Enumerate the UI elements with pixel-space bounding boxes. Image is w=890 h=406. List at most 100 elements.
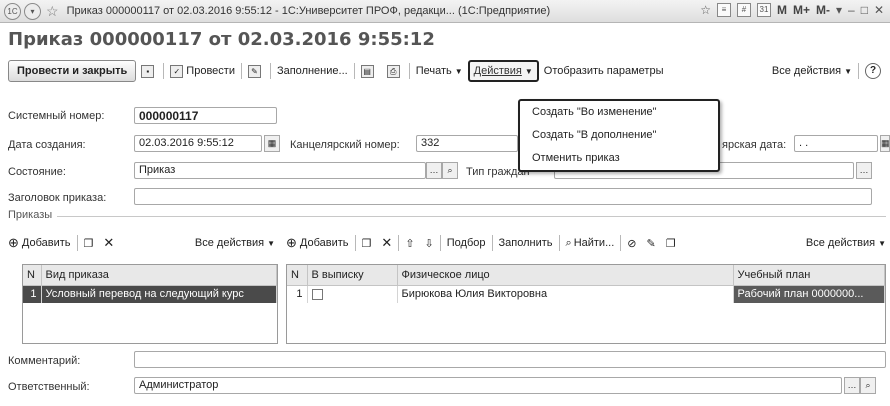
select-ellipsis-icon[interactable]: … [426,162,442,179]
system-number-field[interactable]: 000000117 [134,107,277,124]
edit-icon-button[interactable]: ✎ [243,60,269,82]
table-row[interactable]: 1 Условный перевод на следующий курс [23,285,277,303]
calendar-icon[interactable]: ▦ [880,135,890,152]
chevron-down-icon: ▼ [454,66,463,76]
calculator-icon[interactable]: # [736,3,751,17]
close-icon[interactable]: ✕ [874,3,884,17]
left-add-label: Добавить [21,237,71,249]
actions-dropdown[interactable]: Действия ▼ [467,60,539,82]
office-date-field[interactable]: . . [794,135,878,152]
separator [240,63,242,79]
delete-button[interactable]: ✕ [98,232,119,254]
responsible-field[interactable]: Администратор [134,377,842,394]
students-table[interactable]: N В выписку Физическое лицо Учебный план… [286,264,886,344]
created-date-field[interactable]: 02.03.2016 9:55:12 [134,135,262,152]
right-add-button[interactable]: ⊕ Добавить [286,232,354,254]
chevron-down-icon: ▼ [878,238,886,248]
order-types-table[interactable]: N Вид приказа 1 Условный перевод на след… [22,264,278,344]
fill-button[interactable]: Заполнение... [272,60,353,82]
column-header[interactable]: Вид приказа [41,265,277,286]
column-header[interactable]: N [287,265,308,286]
favorites-icon[interactable]: ☆ [700,3,711,17]
help-button[interactable]: ? [860,60,886,82]
save-button[interactable]: ▪ [136,60,162,82]
delete-icon: ✕ [381,235,393,250]
post-and-close-button[interactable]: Провести и закрыть [8,60,137,82]
chevron-down-icon: ▼ [267,238,275,248]
copy-icon-button[interactable]: ❐ [79,232,99,254]
calendar-icon[interactable]: 31 [756,3,771,17]
edit-list-button[interactable]: ✎ [641,232,660,254]
memory-plus-icon[interactable]: M+ [793,3,810,17]
calendar-icon[interactable]: ▦ [264,135,280,152]
office-number-field[interactable]: 332 [416,135,518,152]
table-row[interactable]: 1 Бирюкова Юлия Викторовна Рабочий план … [287,285,885,303]
actions-label: Действия [473,65,522,77]
search-icon[interactable]: ⌕ [860,377,876,394]
comment-field[interactable] [134,351,886,368]
state-field[interactable]: Приказ [134,162,426,179]
cancel-search-button[interactable]: ⊘ [622,232,641,254]
move-down-button[interactable]: ⇩ [420,232,439,254]
chevron-down-icon: ▼ [524,66,533,76]
select-ellipsis-icon[interactable]: … [856,162,872,179]
favorite-star-icon[interactable]: ☆ [46,3,59,20]
delete-icon: ✕ [103,235,115,250]
office-number-label: Канцелярский номер: [290,139,400,151]
left-all-actions-label: Все действия [194,237,265,249]
table-cell: Рабочий план 0000000... [733,285,885,303]
search-icon[interactable]: ⌕ [442,162,458,179]
selection-button[interactable]: Подбор [442,232,491,254]
column-header[interactable]: Физическое лицо [397,265,734,286]
post-button[interactable]: ✓ Провести [165,60,240,82]
all-actions-button[interactable]: Все действия ▼ [767,60,857,82]
fill-table-button[interactable]: Заполнить [494,232,558,254]
divider [57,216,886,217]
page-title: Приказ 000000117 от 02.03.2016 9:55:12 [8,29,435,50]
copy-list-button[interactable]: ❐ [661,232,681,254]
find-label: Найти... [573,237,615,249]
move-up-button[interactable]: ⇧ [400,232,419,254]
memory-m-icon[interactable]: M [777,3,787,17]
printer-icon-button[interactable]: ⎙ [382,60,408,82]
column-header[interactable]: N [23,265,42,286]
right-all-actions-button[interactable]: Все действия ▼ [801,232,886,254]
print-label: Печать [415,65,452,77]
document-icon-button[interactable]: ▤ [356,60,382,82]
copy-icon: ❐ [665,237,676,250]
office-date-label: ярская дата: [722,139,787,151]
minimize-icon[interactable]: – [848,3,855,17]
select-ellipsis-icon[interactable]: … [844,377,860,394]
column-header[interactable]: Учебный план [733,265,885,286]
separator [76,235,78,251]
maximize-icon[interactable]: □ [861,3,868,17]
search-icon: ⌕ [565,236,572,249]
order-header-field[interactable] [134,188,872,205]
menu-item-cancel-order[interactable]: Отменить приказ [520,147,718,170]
app-logo-icon[interactable]: 1С [4,2,21,20]
find-button[interactable]: ⌕ Найти... [561,232,620,254]
separator [491,235,493,251]
cancel-search-icon: ⊘ [627,237,637,250]
delete-button[interactable]: ✕ [376,232,397,254]
left-all-actions-button[interactable]: Все действия ▼ [190,232,280,254]
add-icon: ⊕ [8,235,19,250]
window-controls: ☆ ≡ # 31 M M+ M- ▾ – □ ✕ [700,3,884,17]
memory-minus-icon[interactable]: M- [816,3,830,17]
table-header-row: N В выписку Физическое лицо Учебный план [287,265,885,286]
include-checkbox[interactable] [311,288,323,300]
copy-icon: ❐ [361,237,372,250]
post-icon: ✓ [170,64,184,78]
print-button[interactable]: Печать ▼ [411,60,468,82]
history-icon[interactable]: ≡ [716,3,731,17]
chevron-down-icon[interactable]: ▾ [836,3,842,17]
show-parameters-button[interactable]: Отобразить параметры [539,60,669,82]
menu-dropdown-icon[interactable]: ▾ [24,2,41,20]
left-add-button[interactable]: ⊕ Добавить [8,232,76,254]
column-header[interactable]: В выписку [307,265,398,286]
menu-item-create-addition[interactable]: Создать "В дополнение" [520,124,718,147]
save-icon: ▪ [141,64,155,78]
copy-icon-button[interactable]: ❐ [357,232,377,254]
system-number-label: Системный номер: [8,110,105,122]
menu-item-create-change[interactable]: Создать "Во изменение" [520,101,718,124]
